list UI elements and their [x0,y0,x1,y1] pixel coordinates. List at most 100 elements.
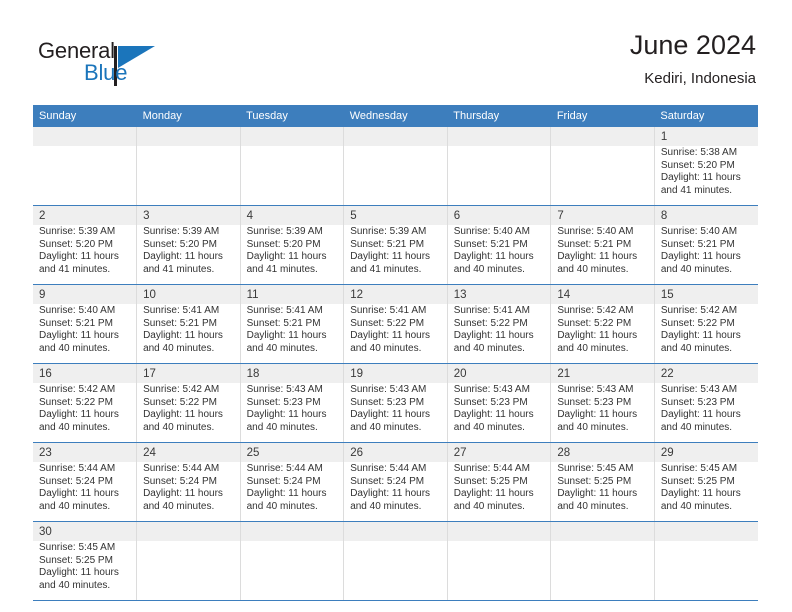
day-detail-line: Daylight: 11 hours [39,330,119,342]
day-cell-21[interactable]: Sunrise: 5:43 AM Sunset: 5:23 PM Daylight:… [550,383,655,442]
day-cell-empty [550,541,655,600]
day-cell-18[interactable]: Sunrise: 5:43 AM Sunset: 5:23 PM Daylight:… [239,383,344,442]
day-cell-4[interactable]: Sunrise: 5:39 AM Sunset: 5:20 PM Daylight:… [239,225,344,284]
day-detail-line: Daylight: 11 hours [350,409,431,421]
day-cell-empty [653,541,758,600]
day-detail-line: Sunset: 5:25 PM [557,475,632,487]
day-detail-line: Sunrise: 5:38 AM [660,147,738,158]
week-detail-row: Sunrise: 5:39 AM Sunset: 5:20 PM Daylight:… [33,225,758,284]
day-cell-25[interactable]: Sunrise: 5:44 AM Sunset: 5:24 PM Daylight:… [239,462,344,521]
day-detail-line: Sunrise: 5:41 AM [350,305,427,316]
day-number-22[interactable]: 22 [653,364,758,383]
week-detail-row: Sunrise: 5:44 AM Sunset: 5:24 PM Daylight:… [33,462,758,521]
day-cell-17[interactable]: Sunrise: 5:42 AM Sunset: 5:22 PM Daylight:… [136,383,241,442]
day-cell-3[interactable]: Sunrise: 5:39 AM Sunset: 5:20 PM Daylight:… [136,225,241,284]
weekday-header-sunday: Sunday [33,105,137,127]
day-cell-6[interactable]: Sunrise: 5:40 AM Sunset: 5:21 PM Daylight:… [446,225,551,284]
day-cell-27[interactable]: Sunrise: 5:44 AM Sunset: 5:25 PM Daylight:… [446,462,551,521]
day-number-6[interactable]: 6 [446,206,551,225]
day-detail-line: and 40 minutes. [246,342,318,354]
page-title: June 2024 [629,30,756,60]
day-cell-15[interactable]: Sunrise: 5:42 AM Sunset: 5:22 PM Daylight:… [653,304,758,363]
day-number-27[interactable]: 27 [446,443,551,462]
day-number-8[interactable]: 8 [653,206,758,225]
day-number-4[interactable]: 4 [239,206,344,225]
day-cell-1[interactable]: Sunrise: 5:38 AM Sunset: 5:20 PM Daylight:… [653,146,758,205]
day-detail-line: Sunrise: 5:43 AM [660,384,738,395]
day-number-28[interactable]: 28 [550,443,655,462]
day-detail-line: Sunrise: 5:45 AM [39,542,116,553]
day-number-14[interactable]: 14 [550,285,655,304]
day-detail-line: Daylight: 11 hours [453,488,534,500]
day-detail-line: Daylight: 11 hours [143,409,223,421]
day-cell-7[interactable]: Sunrise: 5:40 AM Sunset: 5:21 PM Daylight:… [550,225,655,284]
day-cell-9[interactable]: Sunrise: 5:40 AM Sunset: 5:21 PM Daylight:… [33,304,137,363]
day-detail-line: and 40 minutes. [557,500,629,512]
day-cell-14[interactable]: Sunrise: 5:42 AM Sunset: 5:22 PM Daylight:… [550,304,655,363]
day-cell-19[interactable]: Sunrise: 5:43 AM Sunset: 5:23 PM Daylight:… [343,383,448,442]
day-number-20[interactable]: 20 [446,364,551,383]
day-number-9[interactable]: 9 [33,285,137,304]
day-detail-line: Daylight: 11 hours [246,251,327,263]
day-number-3[interactable]: 3 [136,206,241,225]
day-number-24[interactable]: 24 [136,443,241,462]
day-detail-line: and 40 minutes. [39,579,111,591]
day-cell-2[interactable]: Sunrise: 5:39 AM Sunset: 5:20 PM Daylight:… [33,225,137,284]
day-detail-line: Sunrise: 5:39 AM [39,226,116,237]
day-number-16[interactable]: 16 [33,364,137,383]
day-number-15[interactable]: 15 [653,285,758,304]
day-number-13[interactable]: 13 [446,285,551,304]
day-number-1[interactable]: 1 [653,127,758,146]
day-number-11[interactable]: 11 [239,285,344,304]
day-number-12[interactable]: 12 [343,285,448,304]
day-detail-line: Sunset: 5:23 PM [557,396,632,408]
general-blue-logo[interactable]: General Blue [38,38,168,92]
day-number-empty [446,522,551,541]
day-cell-8[interactable]: Sunrise: 5:40 AM Sunset: 5:21 PM Daylight:… [653,225,758,284]
day-detail-line: Sunrise: 5:40 AM [557,226,634,237]
day-detail-line: Sunset: 5:25 PM [660,475,735,487]
day-detail-line: Sunset: 5:23 PM [246,396,321,408]
day-number-29[interactable]: 29 [653,443,758,462]
day-cell-10[interactable]: Sunrise: 5:41 AM Sunset: 5:21 PM Daylight:… [136,304,241,363]
day-detail-line: Sunrise: 5:44 AM [143,463,220,474]
day-cell-23[interactable]: Sunrise: 5:44 AM Sunset: 5:24 PM Daylight:… [33,462,137,521]
day-number-2[interactable]: 2 [33,206,137,225]
day-number-19[interactable]: 19 [343,364,448,383]
week-number-row: 1 [33,127,758,146]
day-number-30[interactable]: 30 [33,522,137,541]
day-detail-line: Sunset: 5:21 PM [453,238,528,250]
day-cell-26[interactable]: Sunrise: 5:44 AM Sunset: 5:24 PM Daylight:… [343,462,448,521]
day-number-5[interactable]: 5 [343,206,448,225]
day-number-18[interactable]: 18 [239,364,344,383]
day-detail-line: Sunrise: 5:45 AM [557,463,634,474]
day-detail-line: Daylight: 11 hours [39,251,119,263]
day-detail-line: Sunrise: 5:42 AM [557,305,634,316]
day-detail-line: Sunrise: 5:42 AM [660,305,738,316]
day-cell-11[interactable]: Sunrise: 5:41 AM Sunset: 5:21 PM Daylight:… [239,304,344,363]
day-cell-5[interactable]: Sunrise: 5:39 AM Sunset: 5:21 PM Daylight:… [343,225,448,284]
day-number-7[interactable]: 7 [550,206,655,225]
day-cell-24[interactable]: Sunrise: 5:44 AM Sunset: 5:24 PM Daylight:… [136,462,241,521]
day-cell-30[interactable]: Sunrise: 5:45 AM Sunset: 5:25 PM Daylight:… [33,541,137,600]
day-number-empty [550,127,655,146]
day-cell-12[interactable]: Sunrise: 5:41 AM Sunset: 5:22 PM Daylight:… [343,304,448,363]
day-detail-line: Sunset: 5:22 PM [660,317,735,329]
day-number-17[interactable]: 17 [136,364,241,383]
day-number-26[interactable]: 26 [343,443,448,462]
day-detail-line: and 40 minutes. [39,342,111,354]
day-number-23[interactable]: 23 [33,443,137,462]
day-number-25[interactable]: 25 [239,443,344,462]
day-cell-16[interactable]: Sunrise: 5:42 AM Sunset: 5:22 PM Daylight:… [33,383,137,442]
day-cell-29[interactable]: Sunrise: 5:45 AM Sunset: 5:25 PM Daylight:… [653,462,758,521]
day-cell-28[interactable]: Sunrise: 5:45 AM Sunset: 5:25 PM Daylight:… [550,462,655,521]
day-cell-13[interactable]: Sunrise: 5:41 AM Sunset: 5:22 PM Daylight:… [446,304,551,363]
day-cell-20[interactable]: Sunrise: 5:43 AM Sunset: 5:23 PM Daylight:… [446,383,551,442]
day-detail-line: Daylight: 11 hours [660,330,741,342]
day-cell-22[interactable]: Sunrise: 5:43 AM Sunset: 5:23 PM Daylight:… [653,383,758,442]
day-detail-line: Daylight: 11 hours [660,488,741,500]
day-number-21[interactable]: 21 [550,364,655,383]
day-number-10[interactable]: 10 [136,285,241,304]
day-detail-line: Daylight: 11 hours [453,251,534,263]
day-detail-line: Daylight: 11 hours [143,488,223,500]
